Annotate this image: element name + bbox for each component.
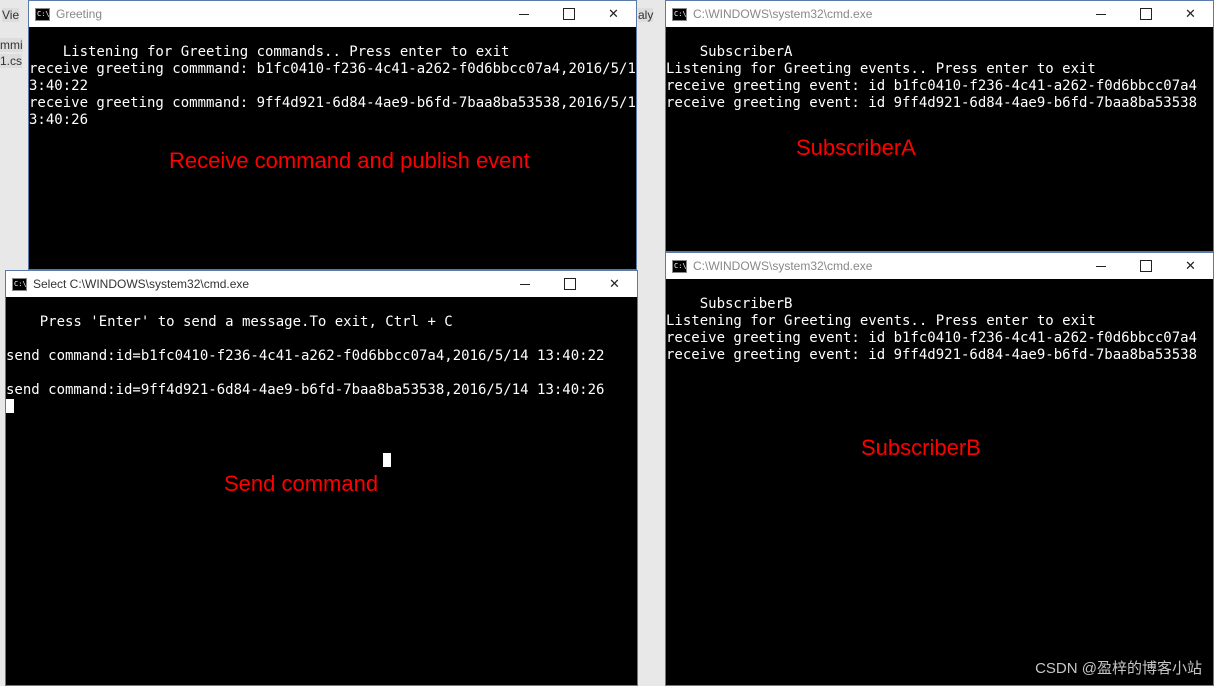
terminal-lines: Listening for Greeting commands.. Press … xyxy=(29,44,636,128)
maximize-button[interactable] xyxy=(1123,253,1168,279)
title-text: Greeting xyxy=(56,7,495,21)
window-greeting: Greeting Listening for Greeting commands… xyxy=(28,0,637,270)
titlebar-subscriber-b[interactable]: C:\WINDOWS\system32\cmd.exe xyxy=(666,253,1213,279)
titlebar-subscriber-a[interactable]: C:\WINDOWS\system32\cmd.exe xyxy=(666,1,1213,27)
window-select-cmd: Select C:\WINDOWS\system32\cmd.exe Press… xyxy=(5,270,638,686)
cmd-icon xyxy=(672,8,687,21)
bg-vs-fragment: Vie xyxy=(2,8,19,22)
terminal-lines: SubscriberA Listening for Greeting event… xyxy=(666,44,1197,111)
close-button[interactable] xyxy=(591,1,636,27)
terminal-cursor xyxy=(6,399,14,413)
maximize-button[interactable] xyxy=(1123,1,1168,27)
title-text: Select C:\WINDOWS\system32\cmd.exe xyxy=(33,277,496,291)
title-text: C:\WINDOWS\system32\cmd.exe xyxy=(693,259,1072,273)
terminal-lines: Press 'Enter' to send a message.To exit,… xyxy=(6,314,604,398)
annotation-subscriber-a: SubscriberA xyxy=(796,139,916,156)
close-button[interactable] xyxy=(1168,253,1213,279)
window-controls xyxy=(501,1,636,27)
terminal-output[interactable]: Listening for Greeting commands.. Press … xyxy=(29,27,636,269)
cmd-icon xyxy=(35,8,50,21)
minimize-button[interactable] xyxy=(1078,253,1123,279)
maximize-button[interactable] xyxy=(546,1,591,27)
selection-cursor xyxy=(383,453,391,467)
terminal-output[interactable]: SubscriberB Listening for Greeting event… xyxy=(666,279,1213,685)
window-controls xyxy=(1078,253,1213,279)
terminal-output[interactable]: SubscriberA Listening for Greeting event… xyxy=(666,27,1213,251)
bg-vs-fragment: 1.cs xyxy=(0,54,22,68)
terminal-output[interactable]: Press 'Enter' to send a message.To exit,… xyxy=(6,297,637,685)
terminal-lines: SubscriberB Listening for Greeting event… xyxy=(666,296,1197,363)
minimize-button[interactable] xyxy=(1078,1,1123,27)
annotation-subscriber-b: SubscriberB xyxy=(861,439,981,456)
close-button[interactable] xyxy=(1168,1,1213,27)
close-button[interactable] xyxy=(592,271,637,297)
window-subscriber-a: C:\WINDOWS\system32\cmd.exe SubscriberA … xyxy=(665,0,1214,252)
bg-vs-fragment: aly xyxy=(638,8,653,22)
annotation-send-command: Send command xyxy=(224,475,378,492)
cmd-icon xyxy=(12,278,27,291)
window-subscriber-b: C:\WINDOWS\system32\cmd.exe SubscriberB … xyxy=(665,252,1214,686)
title-text: C:\WINDOWS\system32\cmd.exe xyxy=(693,7,1072,21)
titlebar-select-cmd[interactable]: Select C:\WINDOWS\system32\cmd.exe xyxy=(6,271,637,297)
bg-vs-fragment: mmi xyxy=(0,38,23,52)
minimize-button[interactable] xyxy=(502,271,547,297)
window-controls xyxy=(502,271,637,297)
titlebar-greeting[interactable]: Greeting xyxy=(29,1,636,27)
cmd-icon xyxy=(672,260,687,273)
minimize-button[interactable] xyxy=(501,1,546,27)
maximize-button[interactable] xyxy=(547,271,592,297)
annotation-receive-publish: Receive command and publish event xyxy=(169,152,530,169)
window-controls xyxy=(1078,1,1213,27)
